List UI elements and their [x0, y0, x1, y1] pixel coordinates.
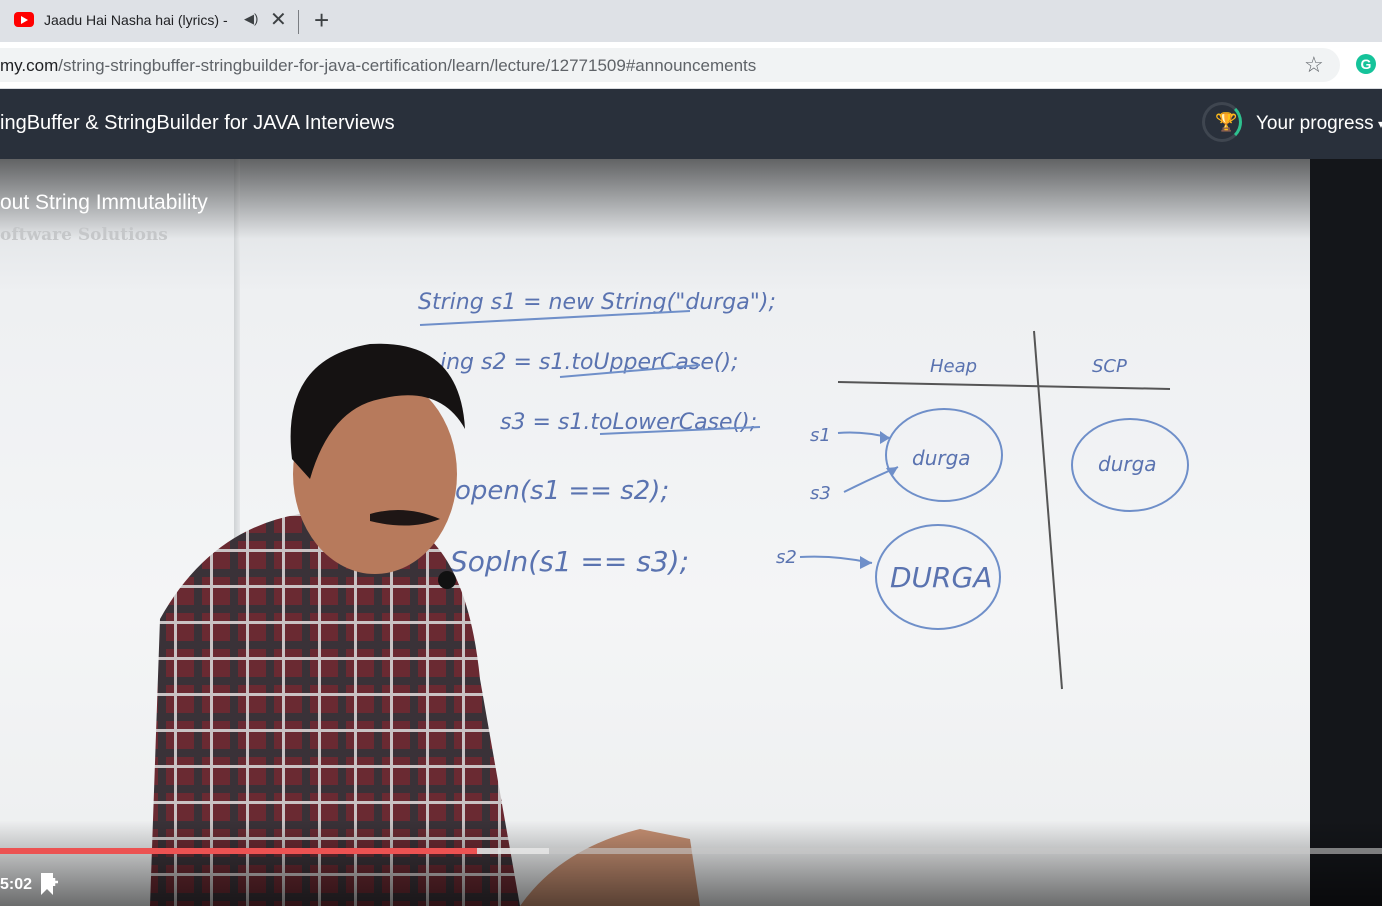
progress-ring[interactable]: 🏆	[1202, 102, 1242, 142]
video-sidebar-strip	[1310, 159, 1382, 906]
tab-strip: Jaadu Hai Nasha hai (lyrics) - ◀) ✕ +	[0, 0, 1382, 42]
speaker-icon[interactable]: ◀)	[244, 11, 258, 27]
address-bar[interactable]: my.com/string-stringbuffer-stringbuilder…	[0, 48, 1340, 82]
video-player[interactable]: String s1 = new String("durga"); ing s2 …	[0, 159, 1310, 906]
headset-microphone-icon	[438, 571, 456, 589]
played-bar[interactable]	[0, 848, 477, 854]
current-time: 5:02	[0, 876, 33, 893]
controls-overlay	[0, 820, 1382, 906]
tab-title: Jaadu Hai Nasha hai (lyrics) -	[44, 12, 228, 28]
url-path: /string-stringbuffer-stringbuilder-for-j…	[58, 56, 757, 75]
presenter-figure	[150, 343, 700, 906]
chevron-down-icon[interactable]: ▾	[1378, 117, 1382, 131]
add-bookmark-icon[interactable]	[40, 872, 58, 896]
close-icon[interactable]: ✕	[270, 8, 287, 32]
browser-toolbar: my.com/string-stringbuffer-stringbuilder…	[0, 42, 1382, 89]
browser-tab[interactable]: Jaadu Hai Nasha hai (lyrics) - ◀) ✕	[0, 0, 296, 42]
new-tab-button[interactable]: +	[314, 5, 329, 35]
course-header: ingBuffer & StringBuilder for JAVA Inter…	[0, 89, 1382, 159]
video-watermark: oftware Solutions	[0, 225, 168, 245]
url-text[interactable]: my.com/string-stringbuffer-stringbuilder…	[0, 56, 756, 76]
youtube-icon	[14, 12, 34, 27]
course-title: ingBuffer & StringBuilder for JAVA Inter…	[0, 112, 395, 134]
bookmark-star-icon[interactable]: ☆	[1304, 52, 1324, 78]
url-host: my.com	[0, 56, 59, 75]
grammarly-extension-icon[interactable]: G	[1356, 54, 1376, 74]
tab-divider	[298, 10, 299, 34]
video-progress-bar[interactable]	[0, 848, 1382, 854]
progress-label[interactable]: Your progress	[1256, 113, 1374, 135]
lecture-title: out String Immutability	[0, 191, 208, 214]
trophy-icon: 🏆	[1215, 112, 1238, 132]
